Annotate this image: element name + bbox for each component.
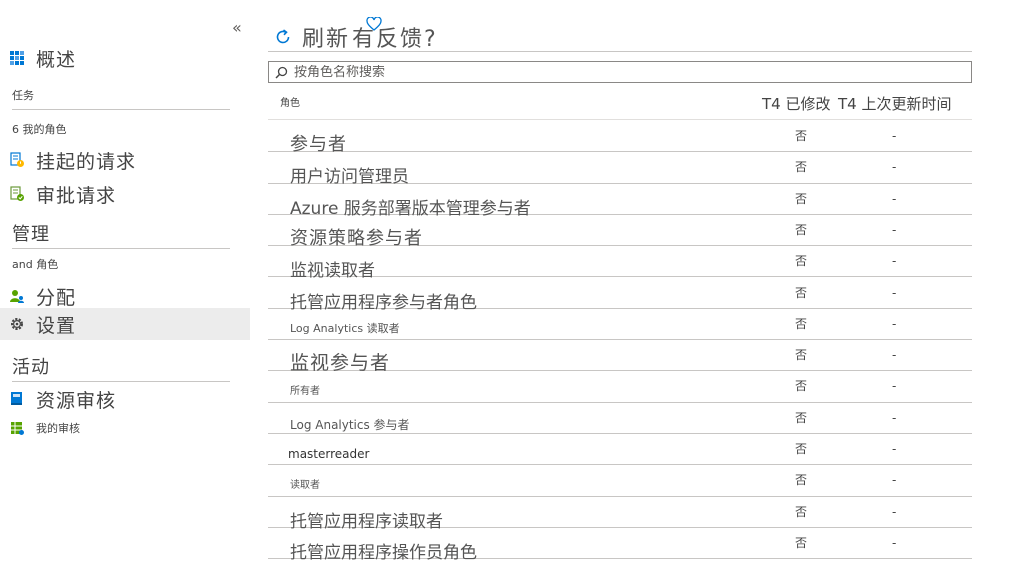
sidebar-item-pending-requests[interactable]: 挂起的请求 bbox=[0, 144, 250, 176]
last-updated-value: - bbox=[892, 285, 897, 300]
last-updated-value: - bbox=[892, 191, 897, 206]
column-header-role[interactable]: 角色 bbox=[280, 94, 300, 109]
role-name: 托管应用程序操作员角色 bbox=[290, 542, 477, 563]
feedback-button[interactable]: 有反馈? bbox=[352, 16, 438, 53]
modified-value: 否 bbox=[795, 160, 808, 175]
sidebar-item-approve-requests[interactable]: 审批请求 bbox=[0, 178, 250, 210]
table-row[interactable]: 托管应用程序操作员角色 否 - bbox=[268, 528, 972, 563]
search-box[interactable] bbox=[268, 61, 972, 83]
modified-value: 否 bbox=[795, 316, 808, 331]
table-row[interactable]: masterreader 否 - bbox=[268, 434, 972, 466]
grid-icon bbox=[8, 49, 26, 67]
last-updated-value: - bbox=[892, 473, 897, 488]
last-updated-value: - bbox=[892, 442, 897, 456]
sidebar-item-label: 资源审核 bbox=[36, 389, 117, 412]
sidebar-item-my-audit[interactable]: 我的审核 bbox=[0, 412, 250, 444]
last-updated-value: - bbox=[892, 379, 897, 394]
search-input[interactable] bbox=[294, 64, 954, 80]
modified-value: 否 bbox=[795, 285, 808, 300]
modified-value: 否 bbox=[795, 379, 808, 394]
last-updated-value: - bbox=[892, 160, 897, 175]
table-row[interactable]: Log Analytics 参与者 否 - bbox=[268, 403, 972, 434]
table-row[interactable]: Log Analytics 读取者 否 - bbox=[268, 309, 972, 341]
table-row[interactable]: 所有者 否 - bbox=[268, 371, 972, 403]
role-name: 读取者 bbox=[290, 480, 320, 492]
table-row[interactable]: 托管应用程序读取者 否 - bbox=[268, 497, 972, 532]
document-clock-icon bbox=[8, 151, 26, 169]
gear-icon bbox=[8, 315, 26, 333]
document-check-icon bbox=[8, 185, 26, 203]
column-header-last-updated[interactable]: T4 上次更新时间 bbox=[838, 93, 951, 114]
table-row[interactable]: 监视参与者 否 - bbox=[268, 340, 972, 374]
modified-value: 否 bbox=[795, 504, 808, 519]
sidebar-item-roles[interactable]: and 角色 bbox=[12, 256, 58, 272]
sidebar-item-label: 设置 bbox=[36, 314, 77, 337]
role-name: masterreader bbox=[288, 447, 370, 461]
refresh-label: 刷新 bbox=[302, 26, 351, 52]
last-updated-value: - bbox=[892, 316, 897, 331]
role-name: Log Analytics 参与者 bbox=[290, 417, 410, 432]
refresh-icon bbox=[274, 28, 292, 46]
sidebar-item-resource-audit[interactable]: 资源审核 bbox=[0, 383, 250, 415]
sidebar: « 概述 任务 6 我的角色 挂起的请求 审批请求 管理 and 角色 分配 设… bbox=[0, 0, 250, 587]
table-row[interactable]: 参与者 否 - bbox=[268, 121, 972, 155]
last-updated-value: - bbox=[892, 222, 897, 237]
search-icon bbox=[275, 66, 288, 79]
table-row[interactable]: Azure 服务部署版本管理参与者 否 - bbox=[268, 184, 972, 219]
modified-value: 否 bbox=[795, 129, 808, 143]
column-header-modified[interactable]: T4 已修改 bbox=[762, 93, 830, 114]
feedback-label: 有反馈? bbox=[352, 26, 438, 52]
sidebar-item-label: 分配 bbox=[36, 286, 77, 309]
role-name: Log Analytics 读取者 bbox=[290, 321, 400, 335]
section-tasks: 任务 bbox=[12, 87, 230, 110]
last-updated-value: - bbox=[892, 535, 897, 550]
modified-value: 否 bbox=[795, 410, 808, 425]
section-activity: 活动 bbox=[12, 353, 230, 382]
modified-value: 否 bbox=[795, 222, 808, 237]
sidebar-item-label: 我的审核 bbox=[36, 422, 80, 435]
table-row[interactable]: 读取者 否 - bbox=[268, 465, 972, 497]
modified-value: 否 bbox=[795, 473, 808, 488]
sidebar-item-my-roles[interactable]: 6 我的角色 bbox=[12, 121, 67, 137]
sidebar-item-label: 审批请求 bbox=[36, 184, 117, 207]
refresh-button[interactable]: 刷新 bbox=[268, 21, 350, 53]
table-row[interactable]: 用户访问管理员 否 - bbox=[268, 152, 972, 187]
last-updated-value: - bbox=[892, 129, 897, 143]
people-icon bbox=[8, 287, 26, 305]
table-check-icon bbox=[8, 419, 26, 437]
last-updated-value: - bbox=[892, 348, 897, 363]
section-manage: 管理 bbox=[12, 220, 230, 249]
table-row[interactable]: 资源策略参与者 否 - bbox=[268, 215, 972, 249]
table-header: 角色 T4 已修改 T4 上次更新时间 bbox=[268, 86, 972, 120]
sidebar-item-label: 概述 bbox=[36, 48, 77, 71]
role-name: 所有者 bbox=[290, 386, 320, 398]
sidebar-item-label: 挂起的请求 bbox=[36, 150, 137, 173]
table-row[interactable]: 监视读取者 否 - bbox=[268, 246, 972, 281]
last-updated-value: - bbox=[892, 504, 897, 519]
modified-value: 否 bbox=[795, 254, 808, 269]
last-updated-value: - bbox=[892, 254, 897, 269]
main-content: 刷新 有反馈? 角色 T4 已修改 T4 上次更新时间 参与者 否 - bbox=[268, 0, 972, 587]
collapse-sidebar-button[interactable]: « bbox=[232, 18, 242, 37]
sidebar-item-settings[interactable]: 设置 bbox=[0, 308, 250, 340]
heart-icon bbox=[366, 16, 382, 31]
toolbar: 刷新 有反馈? bbox=[268, 16, 972, 53]
table-row[interactable]: 托管应用程序参与者角色 否 - bbox=[268, 278, 972, 313]
modified-value: 否 bbox=[795, 348, 808, 363]
book-icon bbox=[8, 390, 26, 408]
last-updated-value: - bbox=[892, 410, 897, 425]
sidebar-item-overview[interactable]: 概述 bbox=[0, 42, 250, 74]
modified-value: 否 bbox=[795, 191, 808, 206]
modified-value: 否 bbox=[795, 535, 808, 550]
modified-value: 否 bbox=[795, 442, 808, 456]
